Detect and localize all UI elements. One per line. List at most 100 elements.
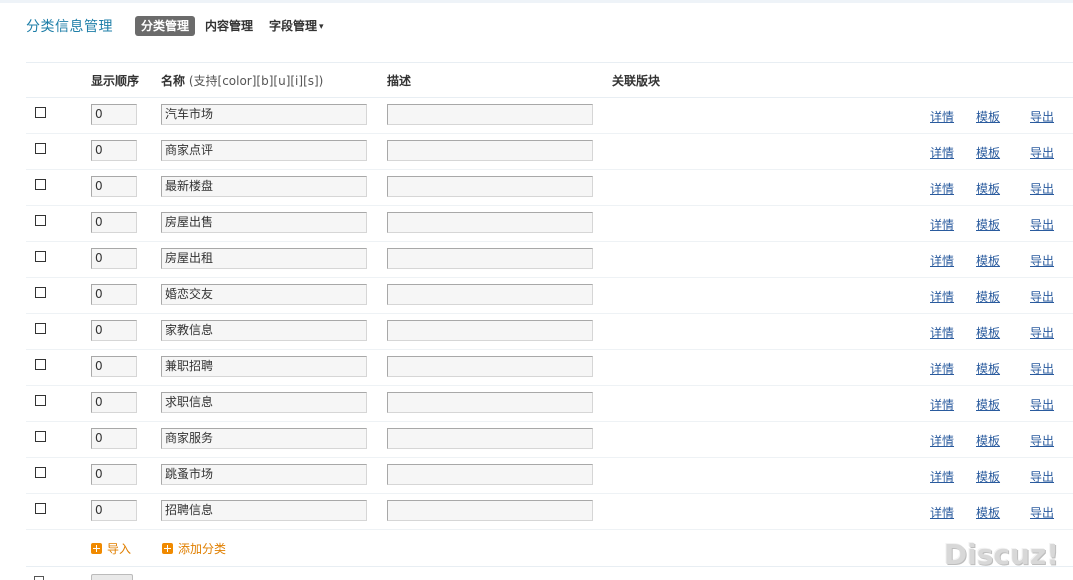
template-link[interactable]: 模板 xyxy=(976,252,1000,269)
template-link[interactable]: 模板 xyxy=(976,180,1000,197)
export-link[interactable]: 导出 xyxy=(1030,252,1054,269)
column-related-block: 关联版块 xyxy=(612,74,661,88)
order-input[interactable]: 0 xyxy=(91,176,137,197)
order-input[interactable]: 0 xyxy=(91,392,137,413)
description-input[interactable] xyxy=(387,392,593,413)
page: 分类信息管理 分类管理 内容管理 字段管理 ▾ 显示顺序 名称 (支持[color… xyxy=(0,0,1073,580)
description-input[interactable] xyxy=(387,500,593,521)
export-link[interactable]: 导出 xyxy=(1030,504,1054,521)
export-link[interactable]: 导出 xyxy=(1030,468,1054,485)
delete-all-checkbox[interactable] xyxy=(34,576,44,580)
detail-link[interactable]: 详情 xyxy=(930,324,954,341)
import-label: 导入 xyxy=(107,542,132,556)
detail-link[interactable]: 详情 xyxy=(930,432,954,449)
tab-field-manage[interactable]: 字段管理 ▾ xyxy=(269,16,324,37)
export-link[interactable]: 导出 xyxy=(1030,288,1054,305)
detail-link[interactable]: 详情 xyxy=(930,468,954,485)
export-link[interactable]: 导出 xyxy=(1030,360,1054,377)
detail-link[interactable]: 详情 xyxy=(930,252,954,269)
row-checkbox[interactable] xyxy=(35,215,46,226)
description-input[interactable] xyxy=(387,212,593,233)
row-checkbox[interactable] xyxy=(35,287,46,298)
row-checkbox[interactable] xyxy=(35,107,46,118)
detail-link[interactable]: 详情 xyxy=(930,504,954,521)
export-link[interactable]: 导出 xyxy=(1030,324,1054,341)
name-input[interactable]: 最新楼盘 xyxy=(161,176,367,197)
template-link[interactable]: 模板 xyxy=(976,468,1000,485)
row-checkbox[interactable] xyxy=(35,431,46,442)
row-checkbox[interactable] xyxy=(35,467,46,478)
name-input[interactable]: 商家服务 xyxy=(161,428,367,449)
name-input[interactable]: 求职信息 xyxy=(161,392,367,413)
name-input[interactable]: 汽车市场 xyxy=(161,104,367,125)
order-input[interactable]: 0 xyxy=(91,356,137,377)
export-link[interactable]: 导出 xyxy=(1030,216,1054,233)
template-link[interactable]: 模板 xyxy=(976,360,1000,377)
name-input[interactable]: 兼职招聘 xyxy=(161,356,367,377)
template-link[interactable]: 模板 xyxy=(976,432,1000,449)
name-input[interactable]: 跳蚤市场 xyxy=(161,464,367,485)
template-link[interactable]: 模板 xyxy=(976,108,1000,125)
export-link[interactable]: 导出 xyxy=(1030,432,1054,449)
table-row: 0 婚恋交友 详情 模板 导出 xyxy=(26,278,1073,314)
template-link[interactable]: 模板 xyxy=(976,288,1000,305)
template-link[interactable]: 模板 xyxy=(976,504,1000,521)
order-input[interactable]: 0 xyxy=(91,320,137,341)
table-footer: 导入 添加分类 xyxy=(26,530,1073,567)
detail-link[interactable]: 详情 xyxy=(930,288,954,305)
description-input[interactable] xyxy=(387,104,593,125)
template-link[interactable]: 模板 xyxy=(976,324,1000,341)
description-input[interactable] xyxy=(387,248,593,269)
template-link[interactable]: 模板 xyxy=(976,144,1000,161)
row-checkbox[interactable] xyxy=(35,503,46,514)
row-checkbox[interactable] xyxy=(35,323,46,334)
name-input[interactable]: 招聘信息 xyxy=(161,500,367,521)
name-input[interactable]: 家教信息 xyxy=(161,320,367,341)
row-checkbox[interactable] xyxy=(35,179,46,190)
name-input[interactable]: 婚恋交友 xyxy=(161,284,367,305)
detail-link[interactable]: 详情 xyxy=(930,360,954,377)
detail-link[interactable]: 详情 xyxy=(930,396,954,413)
row-checkbox[interactable] xyxy=(35,359,46,370)
tab-content-manage[interactable]: 内容管理 xyxy=(205,16,253,36)
table-row: 0 房屋出租 详情 模板 导出 xyxy=(26,242,1073,278)
description-input[interactable] xyxy=(387,320,593,341)
detail-link[interactable]: 详情 xyxy=(930,144,954,161)
detail-link[interactable]: 详情 xyxy=(930,216,954,233)
name-input[interactable]: 房屋出租 xyxy=(161,248,367,269)
column-name-hint: (支持[color][b][u][i][s]) xyxy=(185,74,324,88)
description-input[interactable] xyxy=(387,284,593,305)
description-input[interactable] xyxy=(387,464,593,485)
row-checkbox[interactable] xyxy=(35,143,46,154)
order-input[interactable]: 0 xyxy=(91,140,137,161)
order-input[interactable]: 0 xyxy=(91,428,137,449)
detail-link[interactable]: 详情 xyxy=(930,108,954,125)
caret-down-icon: ▾ xyxy=(319,21,324,32)
row-checkbox[interactable] xyxy=(35,251,46,262)
submit-button[interactable] xyxy=(91,574,133,580)
order-input[interactable]: 0 xyxy=(91,500,137,521)
order-input[interactable]: 0 xyxy=(91,104,137,125)
order-input[interactable]: 0 xyxy=(91,212,137,233)
description-input[interactable] xyxy=(387,356,593,377)
tab-category-manage[interactable]: 分类管理 xyxy=(135,16,196,36)
export-link[interactable]: 导出 xyxy=(1030,108,1054,125)
template-link[interactable]: 模板 xyxy=(976,216,1000,233)
table-row: 0 商家服务 详情 模板 导出 xyxy=(26,422,1073,458)
import-button[interactable]: 导入 xyxy=(91,540,131,557)
add-category-button[interactable]: 添加分类 xyxy=(162,540,226,557)
order-input[interactable]: 0 xyxy=(91,284,137,305)
export-link[interactable]: 导出 xyxy=(1030,144,1054,161)
export-link[interactable]: 导出 xyxy=(1030,396,1054,413)
row-checkbox[interactable] xyxy=(35,395,46,406)
order-input[interactable]: 0 xyxy=(91,248,137,269)
export-link[interactable]: 导出 xyxy=(1030,180,1054,197)
description-input[interactable] xyxy=(387,176,593,197)
description-input[interactable] xyxy=(387,140,593,161)
name-input[interactable]: 商家点评 xyxy=(161,140,367,161)
template-link[interactable]: 模板 xyxy=(976,396,1000,413)
detail-link[interactable]: 详情 xyxy=(930,180,954,197)
name-input[interactable]: 房屋出售 xyxy=(161,212,367,233)
description-input[interactable] xyxy=(387,428,593,449)
order-input[interactable]: 0 xyxy=(91,464,137,485)
